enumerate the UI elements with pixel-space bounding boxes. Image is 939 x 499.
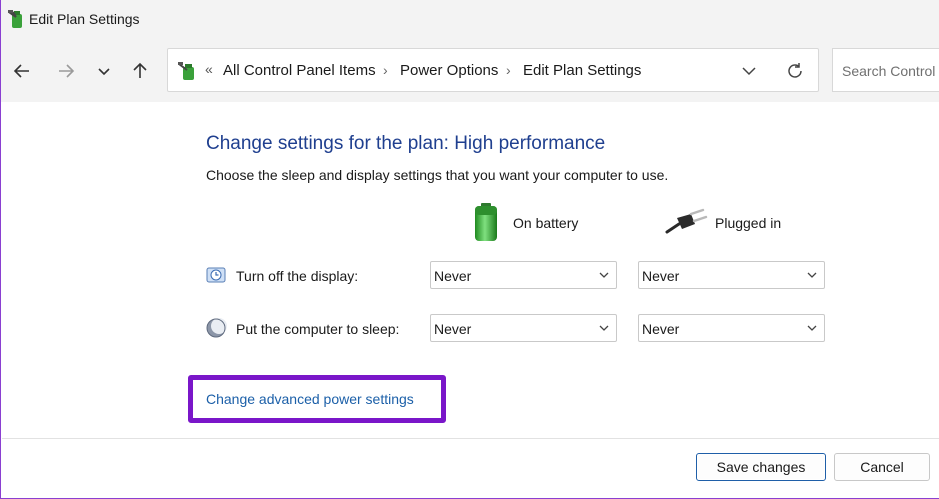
power-options-icon <box>178 62 194 80</box>
breadcrumb-separator[interactable]: › <box>383 62 388 78</box>
cancel-button[interactable]: Cancel <box>834 453 930 481</box>
display-plugged-in-select[interactable]: Never <box>638 261 825 289</box>
breadcrumb-separator[interactable]: › <box>506 62 511 78</box>
edit-plan-settings-window: Edit Plan Settings « All Control Panel I… <box>0 0 939 499</box>
display-icon <box>206 267 226 283</box>
arrow-up-icon <box>133 62 147 78</box>
breadcrumb-all-control-panel-items[interactable]: All Control Panel Items <box>223 62 376 79</box>
plug-icon <box>665 208 708 234</box>
sleep-moon-icon <box>206 318 227 338</box>
page-title: Change settings for the plan: High perfo… <box>206 133 606 154</box>
plugged-in-header: Plugged in <box>715 215 782 231</box>
search-placeholder: Search Control <box>842 63 936 79</box>
on-battery-header: On battery <box>513 215 579 231</box>
navigation-bar: « All Control Panel Items › Power Option… <box>1 40 939 102</box>
select-value: Never <box>434 268 472 284</box>
forward-button[interactable] <box>53 58 79 84</box>
address-bar[interactable]: « All Control Panel Items › Power Option… <box>167 48 819 92</box>
chevron-down-icon <box>807 272 817 278</box>
page-description: Choose the sleep and display settings th… <box>206 167 669 183</box>
breadcrumb-edit-plan-settings[interactable]: Edit Plan Settings <box>523 62 641 79</box>
select-value: Never <box>434 321 472 337</box>
sleep-plugged-in-select[interactable]: Never <box>638 314 825 342</box>
up-button[interactable] <box>127 58 153 84</box>
overflow-chevron-icon[interactable]: « <box>205 61 213 77</box>
select-value: Never <box>642 268 680 284</box>
search-input[interactable]: Search Control <box>832 48 939 92</box>
address-dropdown-icon[interactable] <box>739 61 759 81</box>
select-value: Never <box>642 321 680 337</box>
footer-divider <box>2 438 939 439</box>
back-button[interactable] <box>9 58 35 84</box>
sleep-on-battery-select[interactable]: Never <box>430 314 617 342</box>
chevron-down-icon <box>599 272 609 278</box>
change-advanced-power-settings-link[interactable]: Change advanced power settings <box>206 391 414 407</box>
window-title: Edit Plan Settings <box>29 11 140 27</box>
recent-locations-button[interactable] <box>91 58 117 84</box>
chevron-down-icon <box>98 68 110 76</box>
chevron-down-icon <box>807 325 817 331</box>
put-computer-to-sleep-label: Put the computer to sleep: <box>236 321 400 337</box>
power-options-icon <box>8 10 22 28</box>
arrow-right-icon <box>59 64 75 78</box>
display-on-battery-select[interactable]: Never <box>430 261 617 289</box>
title-bar: Edit Plan Settings <box>1 0 939 40</box>
arrow-left-icon <box>13 64 29 78</box>
save-changes-button[interactable]: Save changes <box>696 453 826 481</box>
chevron-down-icon <box>599 325 609 331</box>
battery-icon <box>475 203 497 241</box>
turn-off-display-label: Turn off the display: <box>236 268 359 284</box>
breadcrumb-power-options[interactable]: Power Options <box>400 62 498 79</box>
refresh-icon[interactable] <box>784 60 806 82</box>
